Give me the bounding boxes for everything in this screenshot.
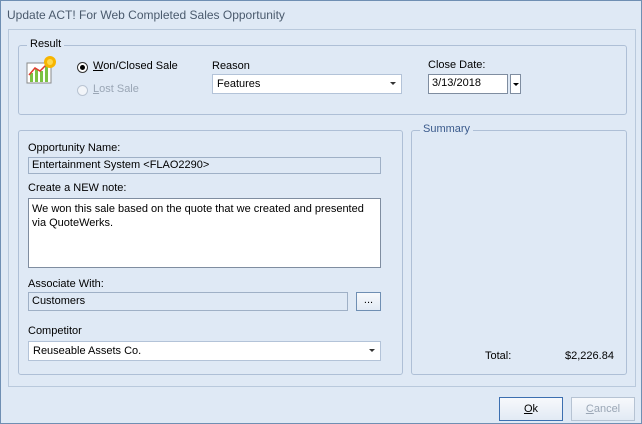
note-label: Create a NEW note: [28, 182, 127, 194]
won-label[interactable]: Won/Closed Sale [93, 60, 178, 72]
lost-label[interactable]: Lost Sale [93, 83, 139, 95]
reason-value: Features [217, 78, 261, 90]
chevron-down-icon [369, 349, 375, 352]
chevron-down-icon [390, 82, 396, 85]
details-group: Opportunity Name: Entertainment System <… [18, 130, 403, 375]
ok-button[interactable]: Ok [499, 397, 563, 421]
result-group: Result Won/Closed Sale Lost Sale Reason … [18, 38, 627, 115]
opportunity-name-label: Opportunity Name: [28, 142, 121, 154]
associate-field: Customers [28, 292, 348, 311]
dialog-content: Result Won/Closed Sale Lost Sale Reason … [8, 29, 636, 387]
date-dropdown-button[interactable] [510, 74, 521, 94]
total-value: $2,226.84 [565, 350, 614, 362]
cancel-button[interactable]: Cancel [571, 397, 635, 421]
note-textarea[interactable]: We won this sale based on the quote that… [28, 198, 381, 268]
lost-radio[interactable] [77, 85, 88, 96]
dialog-window: Update ACT! For Web Completed Sales Oppo… [0, 0, 642, 424]
summary-group: Summary Total: $2,226.84 [411, 123, 627, 375]
associate-label: Associate With: [28, 278, 104, 290]
summary-group-label: Summary [420, 123, 474, 135]
browse-button[interactable]: ... [356, 292, 381, 311]
competitor-value: Reuseable Assets Co. [33, 345, 142, 357]
competitor-label: Competitor [28, 325, 82, 337]
title-bar[interactable]: Update ACT! For Web Completed Sales Oppo… [1, 1, 641, 29]
result-group-label: Result [27, 38, 65, 50]
close-date-label: Close Date: [428, 59, 486, 71]
chevron-down-icon [513, 83, 519, 86]
sales-chart-icon [26, 56, 56, 84]
competitor-select[interactable]: Reuseable Assets Co. [28, 341, 381, 361]
close-date-input[interactable]: 3/13/2018 [428, 74, 508, 94]
opportunity-name-field: Entertainment System <FLAO2290> [28, 157, 381, 174]
window-title: Update ACT! For Web Completed Sales Oppo… [7, 8, 285, 22]
total-label: Total: [485, 350, 512, 362]
won-radio[interactable] [77, 62, 88, 73]
reason-select[interactable]: Features [212, 74, 402, 94]
reason-label: Reason [212, 60, 250, 72]
